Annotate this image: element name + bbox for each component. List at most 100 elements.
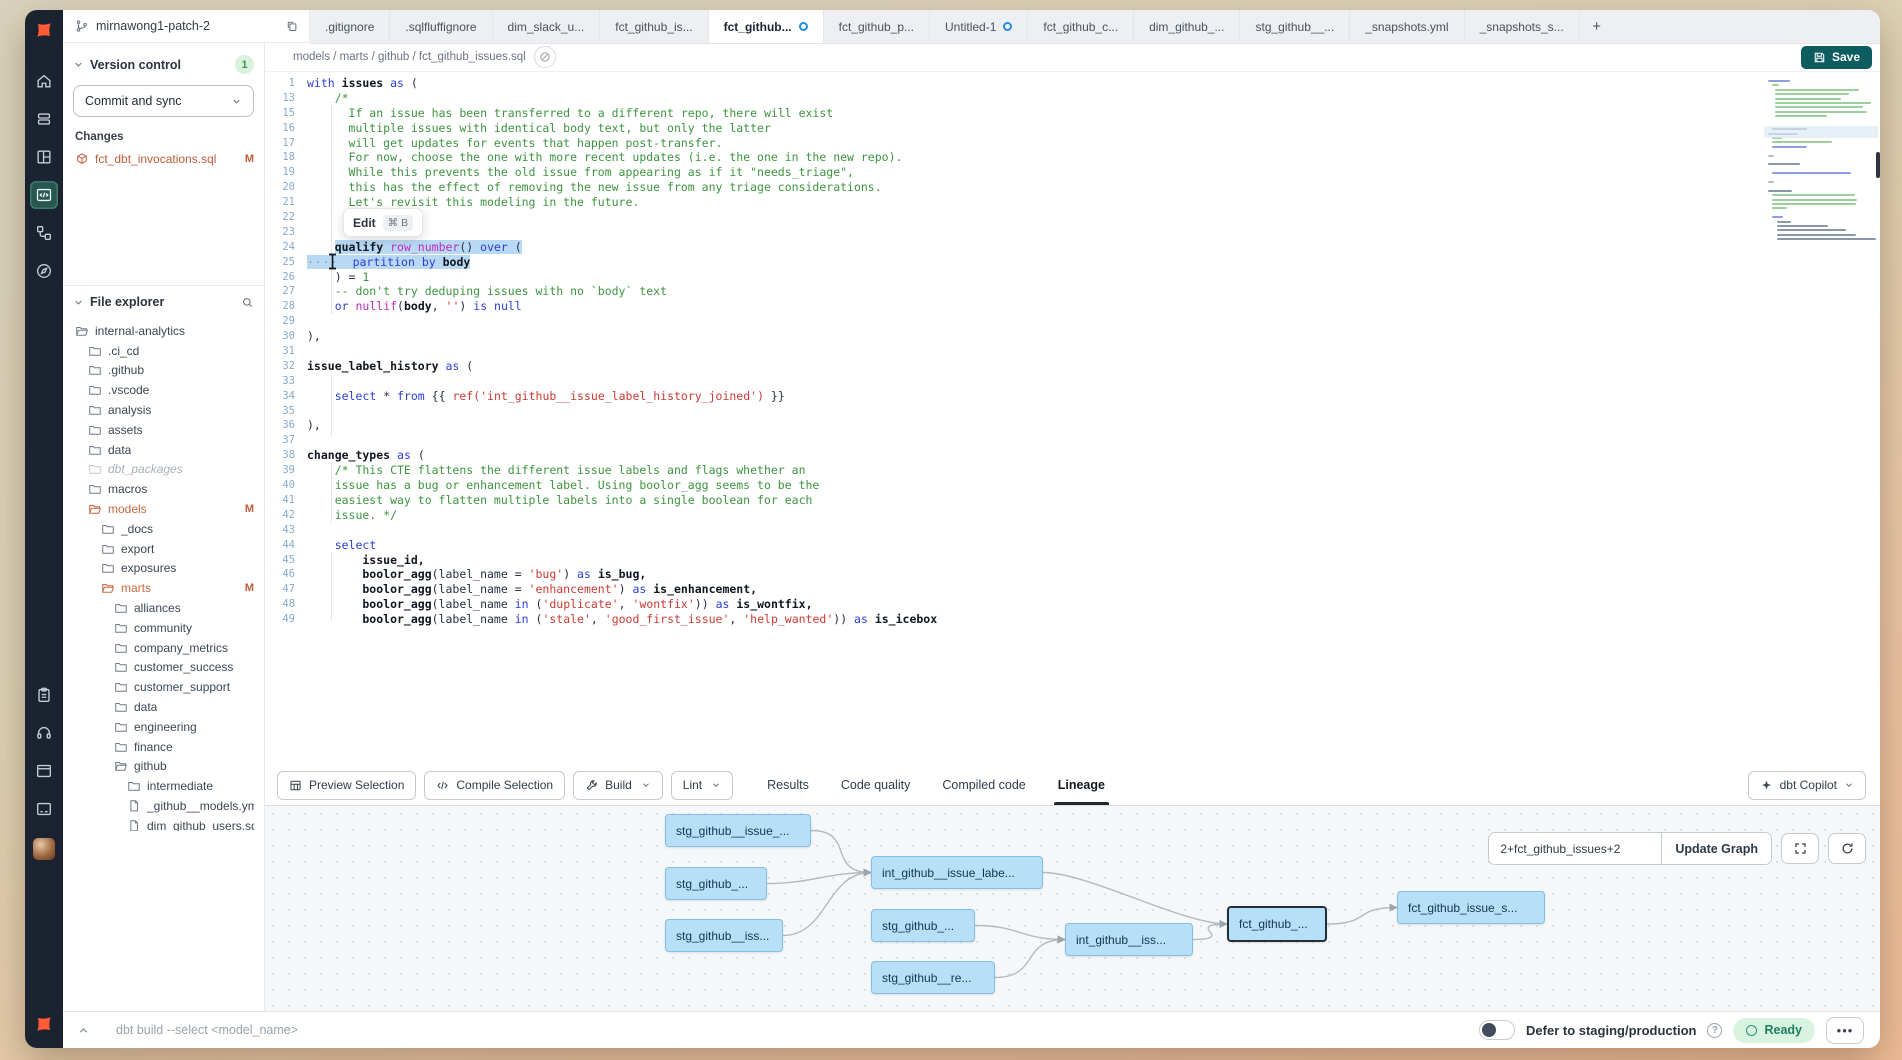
tab-stg_github__...[interactable]: stg_github__... — [1240, 10, 1350, 43]
tab-compiled-code[interactable]: Compiled code — [942, 765, 1025, 805]
code-line-22[interactable]: 22 — [265, 210, 1880, 225]
changed-file-item[interactable]: fct_dbt_invocations.sqlM — [75, 149, 254, 168]
code-line-44[interactable]: 44 select — [265, 538, 1880, 553]
edit-popup[interactable]: Edit ⌘ B — [343, 208, 423, 237]
code-line-1[interactable]: 1with issues as ( — [265, 76, 1880, 91]
tree-folder-internal-analytics[interactable]: internal-analytics — [63, 321, 264, 341]
version-control-header[interactable]: Version control 1 — [73, 55, 254, 74]
more-options-button[interactable]: ••• — [1826, 1017, 1864, 1044]
tree-folder-.github[interactable]: .github — [63, 361, 264, 381]
copy-path-icon[interactable] — [534, 46, 556, 68]
code-line-39[interactable]: 39 /* This CTE flattens the different is… — [265, 463, 1880, 478]
code-line-25[interactable]: 25···· partition by body — [265, 255, 1880, 270]
code-line-46[interactable]: 46 boolor_agg(label_name = 'bug') as is_… — [265, 567, 1880, 582]
code-line-13[interactable]: 13 /* — [265, 91, 1880, 106]
code-line-49[interactable]: 49 boolor_agg(label_name in ('stale', 'g… — [265, 612, 1880, 627]
support-headset-icon[interactable] — [30, 719, 58, 747]
changelog-icon[interactable] — [30, 681, 58, 709]
code-line-47[interactable]: 47 boolor_agg(label_name = 'enhancement'… — [265, 582, 1880, 597]
tree-folder-_docs[interactable]: _docs — [63, 519, 264, 539]
code-line-43[interactable]: 43 — [265, 523, 1880, 538]
tree-folder-data[interactable]: data — [63, 440, 264, 460]
code-line-21[interactable]: 21 Let's revisit this modeling in the fu… — [265, 195, 1880, 210]
update-graph-button[interactable]: Update Graph — [1661, 833, 1771, 864]
lineage-node-stg_github_[interactable]: stg_github_... — [871, 909, 975, 942]
search-icon[interactable] — [241, 296, 254, 309]
tree-file-_github__models.yml[interactable]: _github__models.yml — [63, 796, 264, 816]
tree-folder-engineering[interactable]: engineering — [63, 717, 264, 737]
tree-folder-export[interactable]: export — [63, 539, 264, 559]
code-line-40[interactable]: 40 issue has a bug or enhancement label.… — [265, 478, 1880, 493]
tab-fct_github_is...[interactable]: fct_github_is... — [600, 10, 708, 43]
code-line-31[interactable]: 31 — [265, 344, 1880, 359]
compile-selection-button[interactable]: Compile Selection — [424, 771, 565, 800]
tree-folder-github[interactable]: github — [63, 757, 264, 777]
tree-folder-community[interactable]: community — [63, 618, 264, 638]
lineage-node-stg_github__re[interactable]: stg_github__re... — [871, 961, 995, 994]
tree-folder-assets[interactable]: assets — [63, 420, 264, 440]
code-line-15[interactable]: 15 If an issue has been transferred to a… — [265, 106, 1880, 121]
code-line-29[interactable]: 29 — [265, 314, 1880, 329]
lineage-node-int_github__issue_labe[interactable]: int_github__issue_labe... — [871, 856, 1043, 889]
chevron-up-icon[interactable] — [77, 1024, 90, 1037]
tab-fct_github_p...[interactable]: fct_github_p... — [824, 10, 930, 43]
commit-and-sync-button[interactable]: Commit and sync — [73, 85, 254, 117]
code-line-20[interactable]: 20 this has the effect of removing the n… — [265, 180, 1880, 195]
lineage-node-fct_github_[interactable]: fct_github_... — [1227, 906, 1327, 942]
lineage-node-stg_github__iss[interactable]: stg_github__iss... — [665, 919, 783, 952]
tab-.sqlfluffignore[interactable]: .sqlfluffignore — [390, 10, 492, 43]
file-explorer-header[interactable]: File explorer — [73, 295, 254, 309]
home-icon[interactable] — [30, 67, 58, 95]
code-line-30[interactable]: 30), — [265, 329, 1880, 344]
code-line-41[interactable]: 41 easiest way to flatten multiple label… — [265, 493, 1880, 508]
tab-_snapshots_s...[interactable]: _snapshots_s... — [1465, 10, 1580, 43]
editor-scrollbar[interactable] — [1876, 152, 1880, 178]
help-icon[interactable]: ? — [1707, 1023, 1722, 1038]
code-line-28[interactable]: 28 or nullif(body, '') is null — [265, 299, 1880, 314]
tree-folder-company_metrics[interactable]: company_metrics — [63, 638, 264, 658]
user-avatar[interactable] — [33, 838, 55, 860]
tab-lineage[interactable]: Lineage — [1058, 765, 1105, 805]
tab-_snapshots.yml[interactable]: _snapshots.yml — [1350, 10, 1464, 43]
dashboard-icon[interactable] — [30, 143, 58, 171]
copy-branch-icon[interactable] — [285, 19, 299, 33]
tree-folder-dbt_packages[interactable]: dbt_packages — [63, 460, 264, 480]
preview-selection-button[interactable]: Preview Selection — [277, 771, 416, 800]
browser-icon[interactable] — [30, 757, 58, 785]
code-line-42[interactable]: 42 issue. */ — [265, 508, 1880, 523]
code-line-34[interactable]: 34 select * from {{ ref('int_github__iss… — [265, 389, 1880, 404]
code-line-45[interactable]: 45 issue_id, — [265, 553, 1880, 568]
code-line-27[interactable]: 27 -- don't try deduping issues with no … — [265, 284, 1880, 299]
tree-file-dim_github_users.sql[interactable]: dim_github_users.sql — [63, 816, 264, 831]
code-line-38[interactable]: 38change_types as ( — [265, 448, 1880, 463]
tree-folder-.ci_cd[interactable]: .ci_cd — [63, 341, 264, 361]
tree-folder-data[interactable]: data — [63, 697, 264, 717]
code-line-37[interactable]: 37 — [265, 433, 1880, 448]
refresh-button[interactable] — [1828, 833, 1866, 864]
tree-folder-.vscode[interactable]: .vscode — [63, 380, 264, 400]
tree-folder-finance[interactable]: finance — [63, 737, 264, 757]
tree-folder-exposures[interactable]: exposures — [63, 559, 264, 579]
code-line-35[interactable]: 35 — [265, 404, 1880, 419]
build-button[interactable]: Build — [573, 771, 663, 800]
lineage-selector-input[interactable] — [1489, 833, 1661, 864]
explore-compass-icon[interactable] — [30, 257, 58, 285]
lineage-node-stg_github_[interactable]: stg_github_... — [665, 867, 767, 900]
code-line-24[interactable]: 24 qualify row_number() over ( — [265, 240, 1880, 255]
tab-.gitignore[interactable]: .gitignore — [310, 10, 390, 43]
edit-popup-label[interactable]: Edit — [353, 216, 376, 230]
tab-results[interactable]: Results — [767, 765, 809, 805]
tab-Untitled-1[interactable]: Untitled-1 — [930, 10, 1028, 43]
tab-code-quality[interactable]: Code quality — [841, 765, 911, 805]
code-line-16[interactable]: 16 multiple issues with identical body t… — [265, 121, 1880, 136]
tab-dim_github_...[interactable]: dim_github_... — [1134, 10, 1240, 43]
lineage-node-fct_github_issue_s[interactable]: fct_github_issue_s... — [1397, 891, 1545, 924]
tree-folder-macros[interactable]: macros — [63, 479, 264, 499]
command-input[interactable]: dbt build --select <model_name> — [116, 1023, 298, 1037]
tree-folder-intermediate[interactable]: intermediate — [63, 776, 264, 796]
dbt-logo-icon[interactable] — [33, 19, 55, 46]
code-line-18[interactable]: 18 For now, choose the one with more rec… — [265, 150, 1880, 165]
tab-dim_slack_u...[interactable]: dim_slack_u... — [493, 10, 601, 43]
ready-status-badge[interactable]: Ready — [1733, 1018, 1815, 1043]
code-line-48[interactable]: 48 boolor_agg(label_name in ('duplicate'… — [265, 597, 1880, 612]
